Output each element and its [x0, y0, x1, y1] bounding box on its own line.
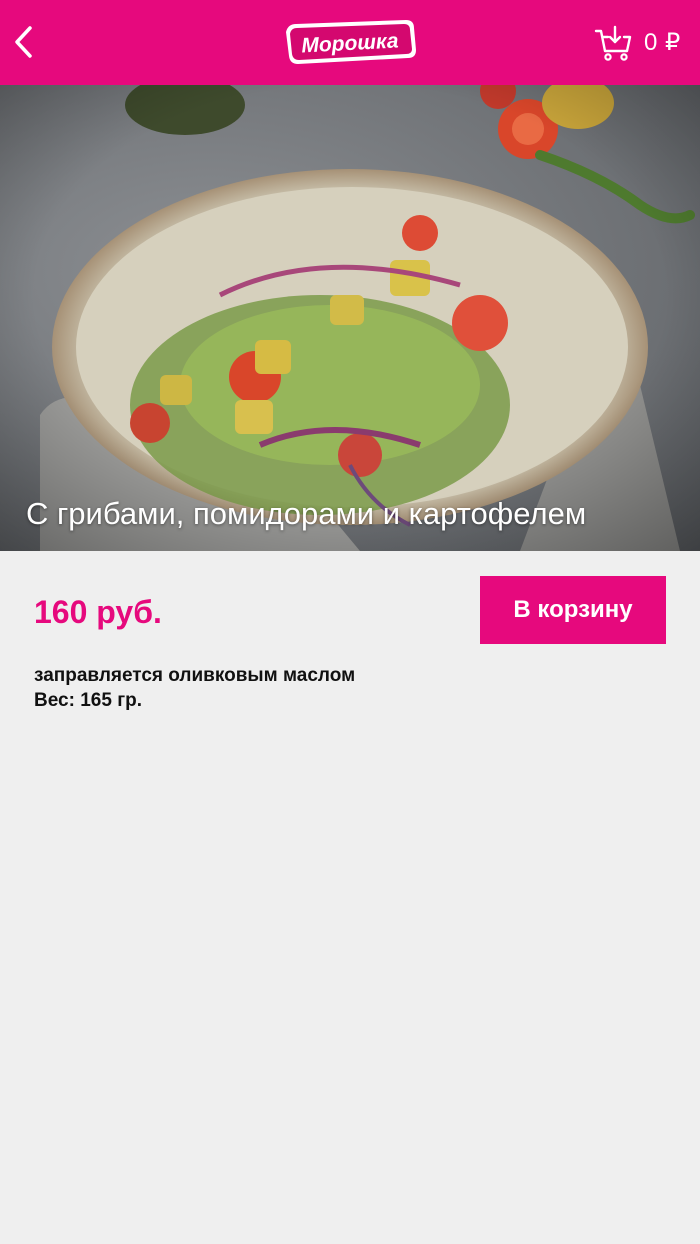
- cart-button[interactable]: 0 ₽: [594, 22, 698, 64]
- cart-total: 0 ₽: [644, 29, 681, 56]
- product-photo: С грибами, помидорами и картофелем: [0, 85, 700, 551]
- product-price: 160 руб.: [34, 594, 162, 630]
- product-screen: Морошка 0 ₽ С грибами, помидорами и карт…: [0, 0, 700, 1244]
- chevron-left-icon: [15, 26, 32, 58]
- salad-plate-image: [0, 85, 700, 551]
- add-to-cart-button[interactable]: В корзину: [480, 576, 666, 644]
- product-title: С грибами, помидорами и картофелем: [26, 496, 587, 531]
- brand-logo: Морошка: [282, 16, 418, 68]
- product-description: заправляется оливковым маслом Вес: 165 г…: [34, 663, 664, 713]
- app-header: Морошка 0 ₽: [0, 0, 700, 85]
- back-button[interactable]: [6, 20, 42, 64]
- description-text: заправляется оливковым маслом: [34, 665, 356, 686]
- weight-text: Вес: 165 гр.: [34, 690, 142, 711]
- cart-icon: [594, 25, 632, 61]
